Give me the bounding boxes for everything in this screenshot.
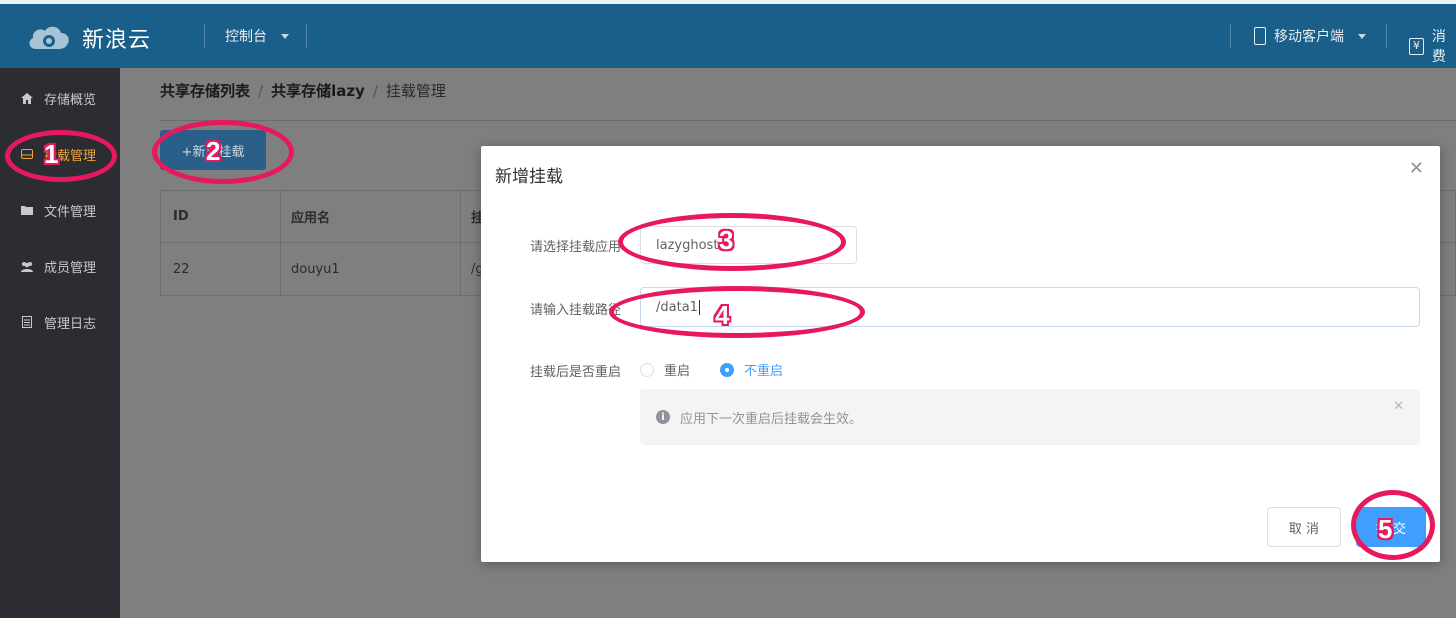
radio-label: 重启 [664,364,691,379]
column-header-app: 应用名 [281,191,461,242]
divider [160,120,1456,121]
radio-circle-icon [640,362,654,377]
radio-checked-icon [720,362,735,377]
breadcrumb-separator: / [258,81,264,100]
chevron-down-icon [281,33,289,39]
mobile-client-menu[interactable]: 移动客户端 [1254,26,1366,46]
sidebar-item-label: 成员管理 [44,260,97,276]
header-divider [1230,24,1231,48]
annotation-number: 1 [44,139,59,169]
home-icon [20,91,34,105]
breadcrumb-link-storage-list[interactable]: 共享存储列表 [160,80,250,101]
brand-name: 新浪云 [82,28,152,53]
mobile-client-label: 移动客户端 [1274,29,1344,45]
billing-menu[interactable]: ¥ 消费 [1409,26,1456,66]
header-divider [1386,24,1387,48]
restart-label: 挂载后是否重启 [530,365,622,380]
breadcrumb-current: 挂载管理 [385,82,446,100]
radio-restart[interactable]: 重启 [640,360,690,379]
sidebar-item-management-log[interactable]: 管理日志 [0,294,120,350]
select-app-label: 请选择挂载应用 [530,240,622,255]
cell-app: douyu1 [281,243,461,295]
add-mount-dialog: 新增挂载 ✕ 请选择挂载应用 lazyghost 请输入挂载路径 /data1 … [481,146,1440,562]
brand-logo[interactable]: 新浪云 [26,22,151,54]
radio-no-restart[interactable]: 不重启 [720,360,783,379]
close-icon[interactable]: ✕ [1393,399,1404,414]
alert-text: 应用下一次重启后挂载会生效。 [680,411,863,427]
annotation-number: 5 [1378,514,1393,544]
header-divider [204,24,205,48]
info-icon: i [656,410,670,424]
cancel-button[interactable]: 取 消 [1267,507,1341,547]
chevron-down-icon [1358,33,1366,39]
cloud-logo-icon [26,23,72,53]
sidebar-item-label: 存储概览 [44,92,97,108]
yen-icon: ¥ [1409,37,1424,55]
annotation-number: 2 [206,136,221,166]
sidebar-item-member-management[interactable]: 成员管理 [0,238,120,294]
annotation-circle [5,130,117,182]
mount-path-label: 请输入挂载路径 [530,303,622,318]
annotation-circle [152,120,294,184]
phone-icon [1254,27,1266,45]
close-icon[interactable]: ✕ [1409,160,1424,178]
info-alert: i 应用下一次重启后挂载会生效。 ✕ [640,389,1420,445]
sidebar-item-file-management[interactable]: 文件管理 [0,182,120,238]
billing-label: 消费 [1431,29,1446,65]
users-icon [20,259,34,273]
breadcrumb-separator: / [372,81,378,100]
console-menu[interactable]: 控制台 [225,26,289,46]
cell-id: 22 [161,243,281,295]
document-icon [20,315,34,329]
folder-icon [20,203,34,217]
sidebar-item-label: 管理日志 [44,316,97,332]
annotation-circle [609,286,865,338]
top-bar: 新浪云 控制台 移动客户端 ¥ 消费 [0,0,1456,68]
breadcrumb-link-storage-lazy[interactable]: 共享存储lazy [271,80,365,101]
column-header-id: ID [161,191,281,242]
header-divider [306,24,307,48]
breadcrumb: 共享存储列表 / 共享存储lazy / 挂载管理 [160,80,446,101]
sidebar-item-storage-overview[interactable]: 存储概览 [0,70,120,126]
restart-radio-group: 重启 不重启 [640,360,813,379]
annotation-number: 3 [719,225,734,255]
dialog-title: 新增挂载 [495,167,563,187]
radio-label: 不重启 [744,364,784,379]
console-menu-label: 控制台 [225,29,267,45]
annotation-number: 4 [715,300,730,330]
sidebar-item-label: 文件管理 [44,204,97,220]
annotation-circle [1351,490,1435,560]
